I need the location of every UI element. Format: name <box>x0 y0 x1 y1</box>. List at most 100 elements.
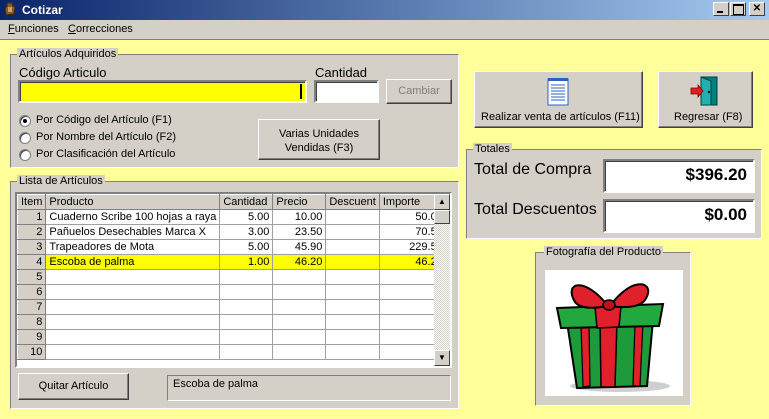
cell-precio[interactable] <box>272 299 327 315</box>
cell-producto[interactable] <box>45 269 221 285</box>
cell-item[interactable]: 10 <box>17 344 47 360</box>
cell-descuento[interactable] <box>325 209 380 225</box>
cell-descuento[interactable] <box>325 299 380 315</box>
col-producto[interactable]: Producto <box>45 194 221 210</box>
table-row[interactable]: 7 <box>17 299 447 315</box>
cell-precio[interactable]: 23.50 <box>272 224 327 240</box>
cell-precio[interactable]: 45.90 <box>272 239 327 255</box>
realizar-venta-button[interactable]: Realizar venta de artículos (F11) <box>474 71 643 128</box>
cell-producto[interactable]: Pañuelos Desechables Marca X <box>45 224 221 240</box>
table-row[interactable]: 4 Escoba de palma 1.00 46.20 46.20 <box>17 254 447 270</box>
cell-precio[interactable] <box>272 344 327 360</box>
table-row[interactable]: 2 Pañuelos Desechables Marca X 3.00 23.50 70… <box>17 224 447 240</box>
gift-box-icon <box>555 283 670 392</box>
varias-line-1: Varias Unidades <box>279 128 359 140</box>
table-row[interactable]: 6 <box>17 284 447 300</box>
window-title: Cotizar <box>22 3 63 17</box>
quitar-articulo-button[interactable]: Quitar Artículo <box>18 373 129 400</box>
radio-nombre[interactable] <box>19 132 31 144</box>
varias-unidades-button[interactable]: Varias Unidades Vendidas (F3) <box>258 119 380 160</box>
cell-producto[interactable] <box>45 299 221 315</box>
radio-clasificacion-label[interactable]: Por Clasificación del Artículo <box>36 148 175 160</box>
selected-article-display: Escoba de palma <box>167 375 451 401</box>
cell-descuento[interactable] <box>325 239 380 255</box>
exit-door-icon <box>690 76 718 106</box>
col-precio[interactable]: Precio <box>272 194 327 210</box>
scroll-down-button[interactable]: ▼ <box>434 350 450 366</box>
cell-item[interactable]: 4 <box>17 254 47 270</box>
menu-correcciones[interactable]: Correcciones <box>68 23 133 35</box>
cell-producto[interactable]: Escoba de palma <box>45 254 221 270</box>
radio-nombre-label[interactable]: Por Nombre del Artículo (F2) <box>36 131 176 143</box>
table-row[interactable]: 8 <box>17 314 447 330</box>
cell-descuento[interactable] <box>325 314 380 330</box>
cell-precio[interactable] <box>272 314 327 330</box>
cell-item[interactable]: 5 <box>17 269 47 285</box>
cell-producto[interactable] <box>45 284 221 300</box>
cell-item[interactable]: 7 <box>17 299 47 315</box>
cell-cantidad[interactable] <box>219 329 274 345</box>
realizar-venta-label: Realizar venta de artículos (F11) <box>481 111 640 123</box>
cell-cantidad[interactable]: 5.00 <box>219 239 274 255</box>
table-row[interactable]: 3 Trapeadores de Mota 5.00 45.90 229.50 <box>17 239 447 255</box>
radio-clasificacion[interactable] <box>19 149 31 161</box>
col-descuento[interactable]: Descuent <box>325 194 380 210</box>
cell-producto[interactable] <box>45 314 221 330</box>
minimize-button[interactable] <box>713 2 729 16</box>
cell-cantidad[interactable]: 5.00 <box>219 209 274 225</box>
cambiar-button[interactable]: Cambiar <box>386 79 452 104</box>
scroll-thumb[interactable] <box>434 210 450 224</box>
cell-cantidad[interactable] <box>219 284 274 300</box>
articulos-grid[interactable]: Item Producto Cantidad Precio Descuent I… <box>15 192 452 368</box>
cell-item[interactable]: 6 <box>17 284 47 300</box>
cell-cantidad[interactable] <box>219 344 274 360</box>
cell-descuento[interactable] <box>325 254 380 270</box>
text-cursor <box>300 84 302 99</box>
cell-producto[interactable]: Cuaderno Scribe 100 hojas a raya <box>45 209 221 225</box>
arrow-down-icon: ▼ <box>438 353 446 362</box>
cell-cantidad[interactable]: 1.00 <box>219 254 274 270</box>
cell-descuento[interactable] <box>325 269 380 285</box>
cell-item[interactable]: 1 <box>17 209 47 225</box>
cantidad-input[interactable] <box>314 80 379 103</box>
col-item[interactable]: Item <box>17 194 47 210</box>
cell-cantidad[interactable] <box>219 269 274 285</box>
cell-item[interactable]: 2 <box>17 224 47 240</box>
app-icon <box>4 2 16 16</box>
cell-producto[interactable] <box>45 344 221 360</box>
maximize-button[interactable] <box>730 2 746 16</box>
cell-item[interactable]: 9 <box>17 329 47 345</box>
cell-precio[interactable] <box>272 269 327 285</box>
col-cantidad[interactable]: Cantidad <box>219 194 274 210</box>
cell-cantidad[interactable] <box>219 299 274 315</box>
cell-descuento[interactable] <box>325 344 380 360</box>
cell-cantidad[interactable]: 3.00 <box>219 224 274 240</box>
cell-item[interactable]: 8 <box>17 314 47 330</box>
arrow-up-icon: ▲ <box>438 197 446 206</box>
cell-producto[interactable]: Trapeadores de Mota <box>45 239 221 255</box>
close-button[interactable]: ✕ <box>749 2 765 16</box>
radio-codigo[interactable] <box>19 115 31 127</box>
scroll-up-button[interactable]: ▲ <box>434 194 450 210</box>
table-row[interactable]: 10 <box>17 344 447 360</box>
regresar-button[interactable]: Regresar (F8) <box>658 71 753 128</box>
grid-scrollbar[interactable]: ▲ ▼ <box>434 194 450 366</box>
cell-precio[interactable] <box>272 284 327 300</box>
cell-item[interactable]: 3 <box>17 239 47 255</box>
radio-codigo-label[interactable]: Por Código del Artículo (F1) <box>36 114 172 126</box>
table-row[interactable]: 5 <box>17 269 447 285</box>
cell-precio[interactable]: 10.00 <box>272 209 327 225</box>
cell-producto[interactable] <box>45 329 221 345</box>
codigo-input[interactable] <box>18 80 307 103</box>
cell-cantidad[interactable] <box>219 314 274 330</box>
cell-precio[interactable]: 46.20 <box>272 254 327 270</box>
table-row[interactable]: 9 <box>17 329 447 345</box>
title-bar[interactable]: Cotizar ✕ <box>0 0 769 20</box>
cell-descuento[interactable] <box>325 329 380 345</box>
codigo-label: Código Articulo <box>19 65 107 80</box>
cell-descuento[interactable] <box>325 284 380 300</box>
menu-funciones[interactable]: Funciones <box>8 23 59 35</box>
cell-precio[interactable] <box>272 329 327 345</box>
table-row[interactable]: 1 Cuaderno Scribe 100 hojas a raya 5.00 10.… <box>17 209 447 225</box>
cell-descuento[interactable] <box>325 224 380 240</box>
